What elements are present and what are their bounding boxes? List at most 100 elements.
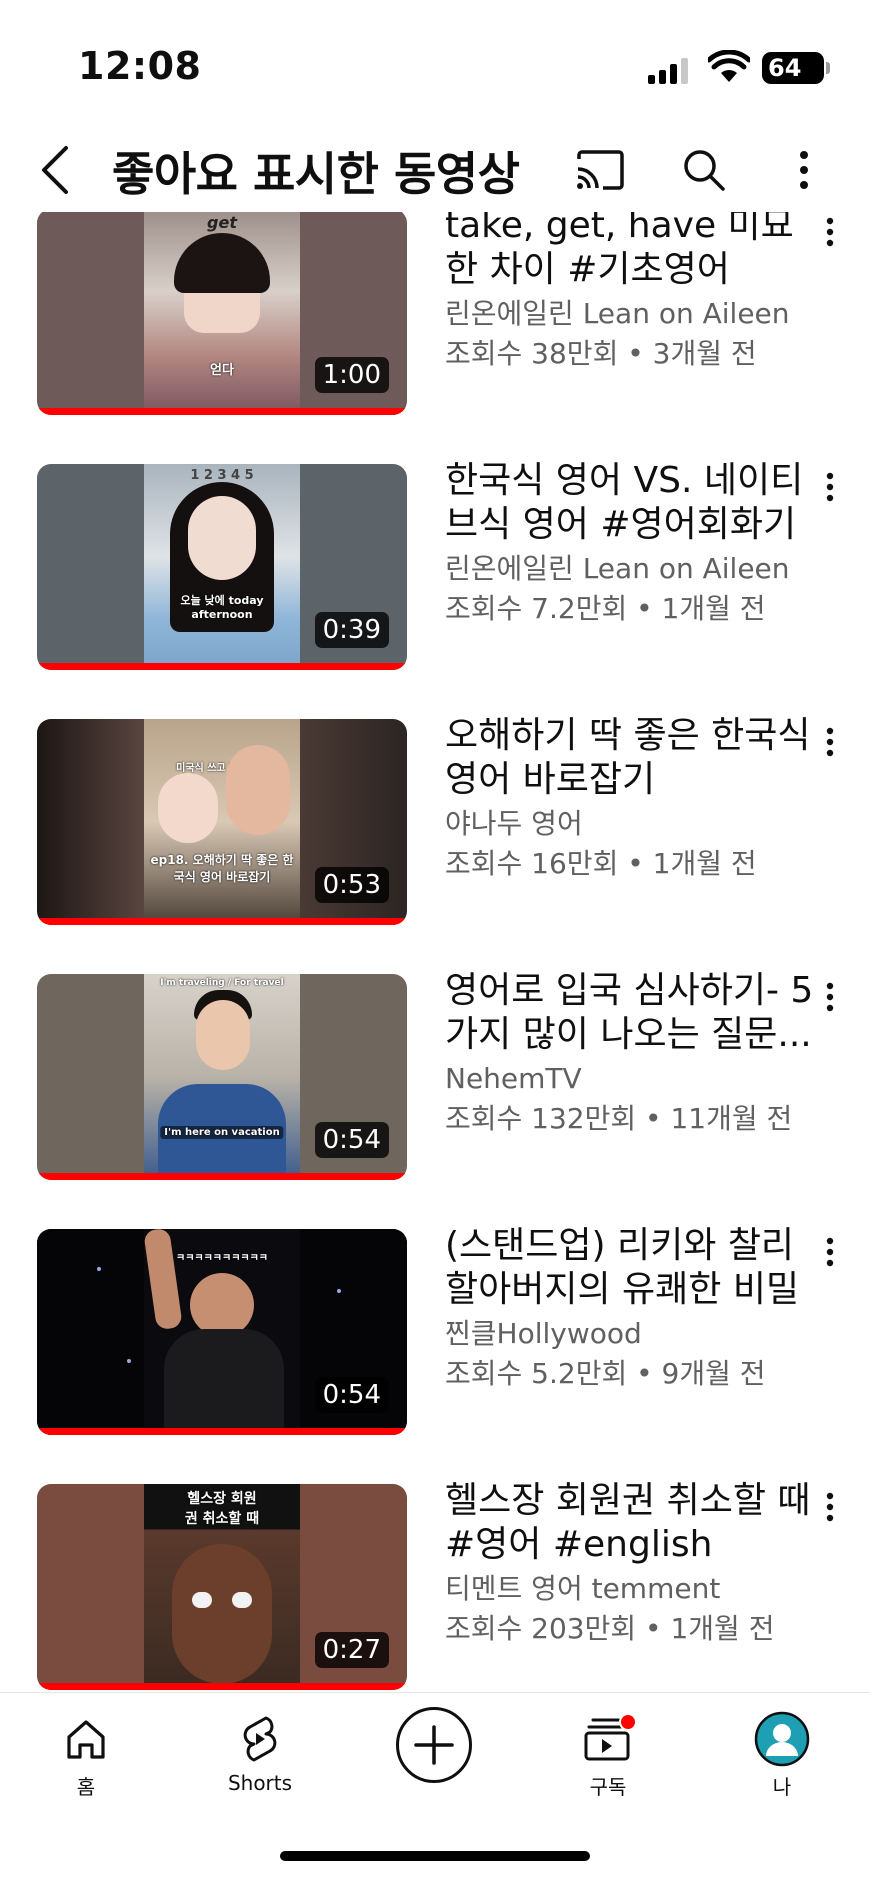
video-thumbnail[interactable]: 1 2 3 4 5 오늘 낮에 today afternoon 0:39 (37, 464, 407, 670)
video-meta: 헬스장 회원권 취소할 때 #영어 #english 티멘트 영어 temmen… (445, 1479, 815, 1649)
video-thumbnail[interactable]: get 얻다 1:00 (37, 212, 407, 415)
bottom-navigation: 홈 Shorts 구독 나 (0, 1692, 870, 1884)
more-options-button[interactable] (782, 142, 826, 198)
eye-shape (192, 1592, 212, 1608)
video-thumbnail[interactable]: 미국식 쓰고 절대 X해 ep18. 오해하기 딱 좋은 한국식 영어 바로잡기… (37, 719, 407, 925)
video-stats: 조회수 7.2만회 • 1개월 전 (445, 592, 766, 625)
video-meta: take, get, have 미묘한 차이 #기초영어 린온에일린 Lean … (445, 212, 815, 374)
watch-progress-bar (37, 663, 407, 670)
video-meta: (스탠드업) 리키와 찰리 할아버지의 유쾌한 비밀 찐클Hollywood 조… (445, 1224, 815, 1394)
video-more-button[interactable] (812, 720, 848, 764)
star-dot (337, 1289, 341, 1293)
video-duration: 0:39 (314, 612, 389, 648)
nav-shorts[interactable]: Shorts (200, 1711, 320, 1811)
thumbnail-image: 1 2 3 4 5 오늘 낮에 today afternoon (144, 464, 300, 670)
watch-progress-bar (37, 1683, 407, 1690)
search-icon (684, 150, 725, 191)
video-item[interactable]: 헬스장 회원권 취소할 때 0:27 헬스장 회원권 취소할 때 #영어 #en… (0, 1479, 870, 1691)
thumbnail-image: ㅋㅋㅋㅋㅋㅋㅋㅋㅋㅋ (143, 1229, 300, 1435)
nav-subscriptions[interactable]: 구독 (548, 1711, 668, 1811)
video-duration: 0:27 (314, 1632, 389, 1668)
thumbnail-blur-left (37, 1229, 145, 1435)
video-item[interactable]: I'm traveling / For travel I'm here on v… (0, 969, 870, 1181)
video-duration: 0:54 (314, 1377, 389, 1413)
nav-home[interactable]: 홈 (26, 1711, 146, 1811)
video-stats: 조회수 38만회 • 3개월 전 (445, 337, 757, 370)
thumbnail-caption: ep18. 오해하기 딱 좋은 한국식 영어 바로잡기 (150, 853, 294, 884)
video-title[interactable]: 오해하기 딱 좋은 한국식 영어 바로잡기 (445, 714, 815, 802)
cast-icon (577, 150, 624, 190)
status-time: 12:08 (78, 44, 202, 88)
video-meta: 영어로 입국 심사하기- 5가지 많이 나오는 질문... NehemTV 조회… (445, 969, 815, 1139)
video-item[interactable]: ㅋㅋㅋㅋㅋㅋㅋㅋㅋㅋ 0:54 (스탠드업) 리키와 찰리 할아버지의 유쾌한 … (0, 1224, 870, 1436)
channel-name: 찐클Hollywood (445, 1317, 642, 1350)
video-more-button[interactable] (812, 212, 848, 254)
person-silhouette (226, 745, 290, 835)
watch-progress-bar (37, 1428, 407, 1435)
thumbnail-blur-left (37, 719, 145, 925)
nav-you[interactable]: 나 (722, 1711, 842, 1811)
video-title[interactable]: 한국식 영어 VS. 네이티브식 영어 #영어회화기초 (445, 459, 815, 547)
cast-button[interactable] (572, 142, 628, 198)
video-title[interactable]: 헬스장 회원권 취소할 때 #영어 #english (445, 1479, 815, 1567)
person-silhouette (158, 773, 218, 843)
person-silhouette (196, 1000, 250, 1070)
nav-subscriptions-label: 구독 (589, 1775, 627, 1799)
liked-videos-list: get 얻다 1:00 take, get, have 미묘한 차이 #기초영어… (0, 212, 870, 1692)
video-more-button[interactable] (812, 975, 848, 1019)
notification-dot (619, 1713, 637, 1731)
video-duration: 0:53 (314, 867, 389, 903)
video-stats: 조회수 203만회 • 1개월 전 (445, 1612, 775, 1645)
video-thumbnail[interactable]: I'm traveling / For travel I'm here on v… (37, 974, 407, 1180)
video-item[interactable]: get 얻다 1:00 take, get, have 미묘한 차이 #기초영어… (0, 212, 870, 416)
watch-progress-bar (37, 408, 407, 415)
thumbnail-top-text: get (207, 213, 237, 232)
nav-shorts-label: Shorts (227, 1771, 293, 1795)
video-thumbnail[interactable]: ㅋㅋㅋㅋㅋㅋㅋㅋㅋㅋ 0:54 (37, 1229, 407, 1435)
plus-icon (414, 1725, 454, 1765)
thumbnail-caption: 얻다 (210, 363, 234, 378)
vertical-dots-icon (826, 982, 834, 1012)
create-button[interactable] (396, 1707, 472, 1783)
video-stats: 조회수 5.2만회 • 9개월 전 (445, 1357, 766, 1390)
person-silhouette (190, 1273, 254, 1337)
vertical-dots-icon (826, 1492, 834, 1522)
thumbnail-top-text: ㅋㅋㅋㅋㅋㅋㅋㅋㅋㅋ (176, 1253, 268, 1264)
vertical-dots-icon (800, 151, 808, 189)
video-meta: 오해하기 딱 좋은 한국식 영어 바로잡기 야나두 영어 조회수 16만회 • … (445, 714, 815, 884)
thumbnail-image: I'm traveling / For travel I'm here on v… (144, 974, 300, 1180)
app-header: 좋아요 표시한 동영상 (0, 120, 870, 220)
nav-home-label: 홈 (76, 1775, 96, 1799)
home-indicator[interactable] (280, 1851, 590, 1861)
page-title: 좋아요 표시한 동영상 (112, 147, 520, 201)
vertical-dots-icon (826, 1237, 834, 1267)
watch-progress-bar (37, 918, 407, 925)
channel-name: 린온에일린 Lean on Aileen (445, 297, 790, 330)
eye-shape (232, 1592, 252, 1608)
video-more-button[interactable] (812, 465, 848, 509)
video-meta: 한국식 영어 VS. 네이티브식 영어 #영어회화기초 린온에일린 Lean o… (445, 459, 815, 629)
video-title[interactable]: (스탠드업) 리키와 찰리 할아버지의 유쾌한 비밀 (445, 1224, 815, 1312)
thumbnail-image: 미국식 쓰고 절대 X해 ep18. 오해하기 딱 좋은 한국식 영어 바로잡기 (144, 719, 300, 925)
video-item[interactable]: 미국식 쓰고 절대 X해 ep18. 오해하기 딱 좋은 한국식 영어 바로잡기… (0, 714, 870, 926)
video-more-button[interactable] (812, 1230, 848, 1274)
arm-shape (143, 1229, 183, 1331)
video-stats: 조회수 16만회 • 1개월 전 (445, 847, 757, 880)
channel-name: 야나두 영어 (445, 807, 583, 840)
video-item[interactable]: 1 2 3 4 5 오늘 낮에 today afternoon 0:39 한국식… (0, 459, 870, 671)
thumbnail-image: 헬스장 회원권 취소할 때 (144, 1484, 300, 1690)
video-title[interactable]: take, get, have 미묘한 차이 #기초영어 (445, 212, 815, 292)
vertical-dots-icon (826, 727, 834, 757)
back-button[interactable] (30, 140, 80, 200)
battery-level: 64 (768, 54, 802, 82)
thumbnail-blur-left (37, 464, 145, 670)
video-more-button[interactable] (812, 1485, 848, 1529)
video-title[interactable]: 영어로 입국 심사하기- 5가지 많이 나오는 질문... (445, 969, 815, 1057)
video-thumbnail[interactable]: 헬스장 회원권 취소할 때 0:27 (37, 1484, 407, 1690)
shirt-shape (164, 1329, 284, 1435)
video-duration: 0:54 (314, 1122, 389, 1158)
nav-you-label: 나 (772, 1775, 792, 1799)
thumbnail-image: get 얻다 (144, 212, 300, 415)
search-button[interactable] (676, 142, 732, 198)
channel-name: 린온에일린 Lean on Aileen (445, 552, 790, 585)
